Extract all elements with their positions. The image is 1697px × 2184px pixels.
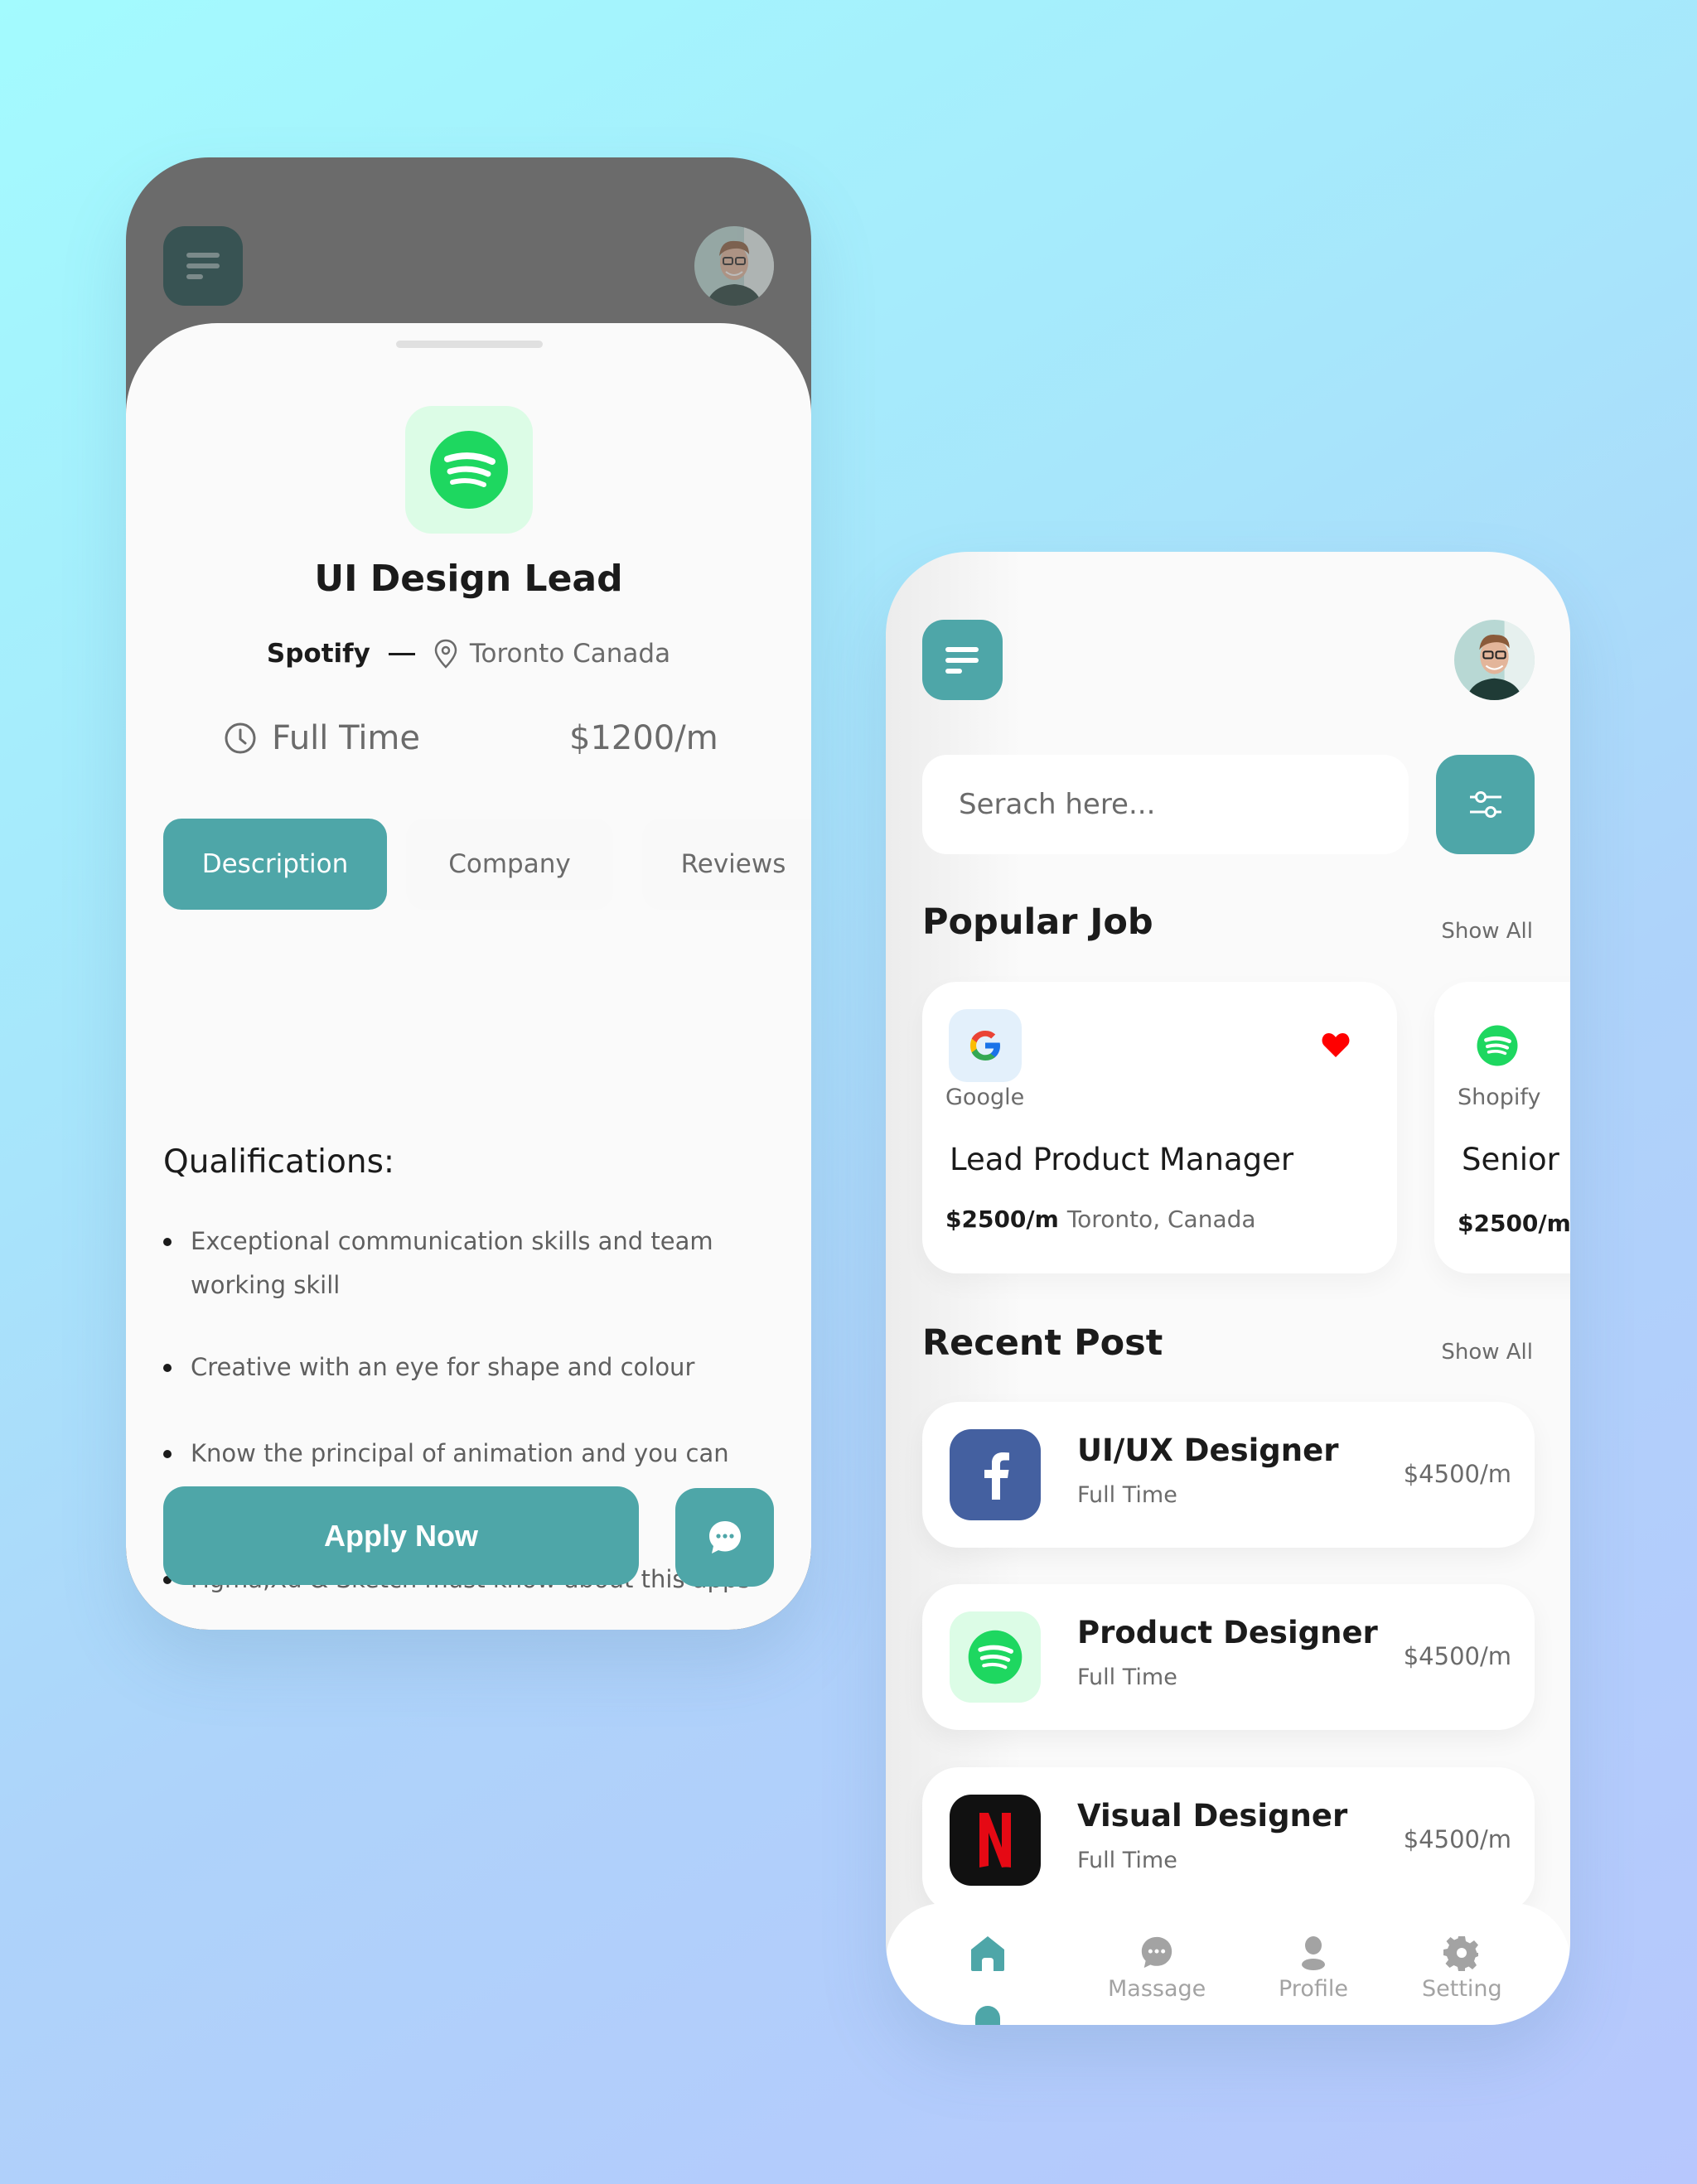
post-title: Visual Designer: [1077, 1798, 1348, 1834]
tab-reviews[interactable]: Reviews: [642, 819, 811, 910]
chat-button[interactable]: [675, 1488, 774, 1587]
recent-show-all-link[interactable]: Show All: [1441, 1340, 1533, 1365]
post-type: Full Time: [1077, 1848, 1177, 1873]
message-icon: [1141, 1936, 1172, 1969]
company-logo: [405, 406, 533, 534]
qualifications-heading: Qualifications:: [163, 1143, 395, 1181]
job-salary-location: $2500/m Toronto, Canada: [945, 1206, 1256, 1233]
menu-button[interactable]: [922, 620, 1003, 700]
nav-profile[interactable]: Profile: [1279, 1935, 1348, 2002]
post-title: Product Designer: [1077, 1615, 1378, 1650]
favorite-heart-icon[interactable]: [1321, 1032, 1351, 1058]
post-type: Full Time: [1077, 1482, 1177, 1508]
salary: $2500/m: [945, 1206, 1059, 1233]
qualification-item: Creative with an eye for shape and colou…: [163, 1346, 776, 1389]
menu-icon-line: [945, 657, 979, 663]
post-type: Full Time: [1077, 1665, 1177, 1690]
job-type-label: Full Time: [272, 719, 421, 757]
active-nav-indicator: [975, 2006, 1000, 2025]
salary: $2500/m: [1458, 1210, 1570, 1237]
post-salary: $4500/m: [1403, 1825, 1511, 1853]
filter-sliders-icon: [1469, 791, 1501, 818]
profile-icon: [1301, 1936, 1325, 1970]
nav-message[interactable]: Massage: [1108, 1935, 1206, 2002]
post-salary: $4500/m: [1403, 1642, 1511, 1670]
detail-tabs: Description Company Reviews: [163, 819, 811, 910]
spotify-icon: [430, 431, 508, 509]
home-icon: [971, 1936, 1004, 1971]
netflix-logo: [950, 1795, 1041, 1886]
recent-post-row[interactable]: Visual Designer Full Time $4500/m: [922, 1767, 1535, 1913]
menu-icon-line: [945, 668, 962, 674]
apply-now-button[interactable]: Apply Now: [163, 1486, 639, 1585]
recent-post-row[interactable]: UI/UX Designer Full Time $4500/m: [922, 1402, 1535, 1548]
facebook-logo: [950, 1429, 1041, 1520]
job-title: Lead Product Manager: [950, 1142, 1294, 1177]
menu-icon-line: [186, 253, 220, 258]
nav-settings[interactable]: Setting: [1422, 1935, 1502, 2002]
search-placeholder: Serach here...: [959, 788, 1156, 821]
recent-post-heading: Recent Post: [922, 1322, 1163, 1364]
location: Toronto Canada: [469, 639, 671, 669]
menu-icon-line: [945, 646, 979, 652]
job-type: Full Time: [224, 719, 420, 757]
clock-icon: [225, 722, 256, 754]
popular-job-card[interactable]: Google Lead Product Manager $2500/m Toron…: [922, 982, 1397, 1273]
qualification-item: Exceptional communication skills and tea…: [163, 1220, 776, 1307]
company-location: Spotify Toronto Canada: [126, 639, 811, 669]
google-icon: [970, 1031, 1000, 1061]
nav-home[interactable]: [969, 1935, 1006, 1973]
post-salary: $4500/m: [1403, 1460, 1511, 1488]
user-avatar[interactable]: [694, 226, 774, 306]
user-avatar[interactable]: [1454, 620, 1535, 700]
nav-label: Profile: [1279, 1976, 1348, 2002]
job-detail-screen: UI Design Lead Spotify Toronto Canada Fu…: [126, 157, 811, 1630]
location: Toronto, Canada: [1066, 1206, 1256, 1233]
company-name: Spotify: [266, 639, 370, 669]
drag-handle[interactable]: [396, 341, 543, 348]
tab-description[interactable]: Description: [163, 819, 387, 910]
facebook-icon: [984, 1452, 1009, 1500]
chat-icon: [708, 1520, 741, 1553]
location-pin-icon: [434, 639, 457, 669]
menu-icon-line: [186, 263, 220, 268]
filter-button[interactable]: [1436, 755, 1535, 854]
post-title: UI/UX Designer: [1077, 1433, 1339, 1468]
salary: $1200/m: [569, 719, 718, 757]
job-title: UI Design Lead: [314, 558, 623, 600]
settings-icon: [1443, 1936, 1479, 1971]
spotify-logo: [1461, 1009, 1534, 1082]
spotify-logo: [950, 1611, 1041, 1703]
separator-dash: [388, 652, 415, 655]
menu-button[interactable]: [163, 226, 243, 306]
bottom-nav: Massage Profile Setting: [886, 1903, 1570, 2025]
nav-label: Massage: [1108, 1976, 1206, 2002]
spotify-icon: [968, 1630, 1023, 1684]
menu-icon-line: [186, 274, 203, 279]
home-screen: Serach here... Popular Job Show All Goog…: [886, 552, 1570, 2025]
company-name: Google: [945, 1085, 1025, 1110]
company-name: Shopify: [1458, 1085, 1541, 1110]
tab-company[interactable]: Company: [406, 819, 613, 910]
nav-label: Setting: [1422, 1976, 1502, 2002]
popular-job-heading: Popular Job: [922, 901, 1153, 943]
netflix-icon: [979, 1813, 1011, 1868]
job-detail-sheet: UI Design Lead Spotify Toronto Canada Fu…: [126, 323, 811, 1630]
popular-show-all-link[interactable]: Show All: [1441, 919, 1533, 944]
job-title: Senior UI Designer: [1462, 1142, 1570, 1177]
google-logo: [949, 1009, 1022, 1082]
search-input[interactable]: Serach here...: [922, 755, 1409, 854]
recent-post-row[interactable]: Product Designer Full Time $4500/m: [922, 1584, 1535, 1730]
popular-job-card[interactable]: Shopify Senior UI Designer $2500/m: [1434, 982, 1570, 1273]
spotify-icon: [1477, 1025, 1518, 1066]
